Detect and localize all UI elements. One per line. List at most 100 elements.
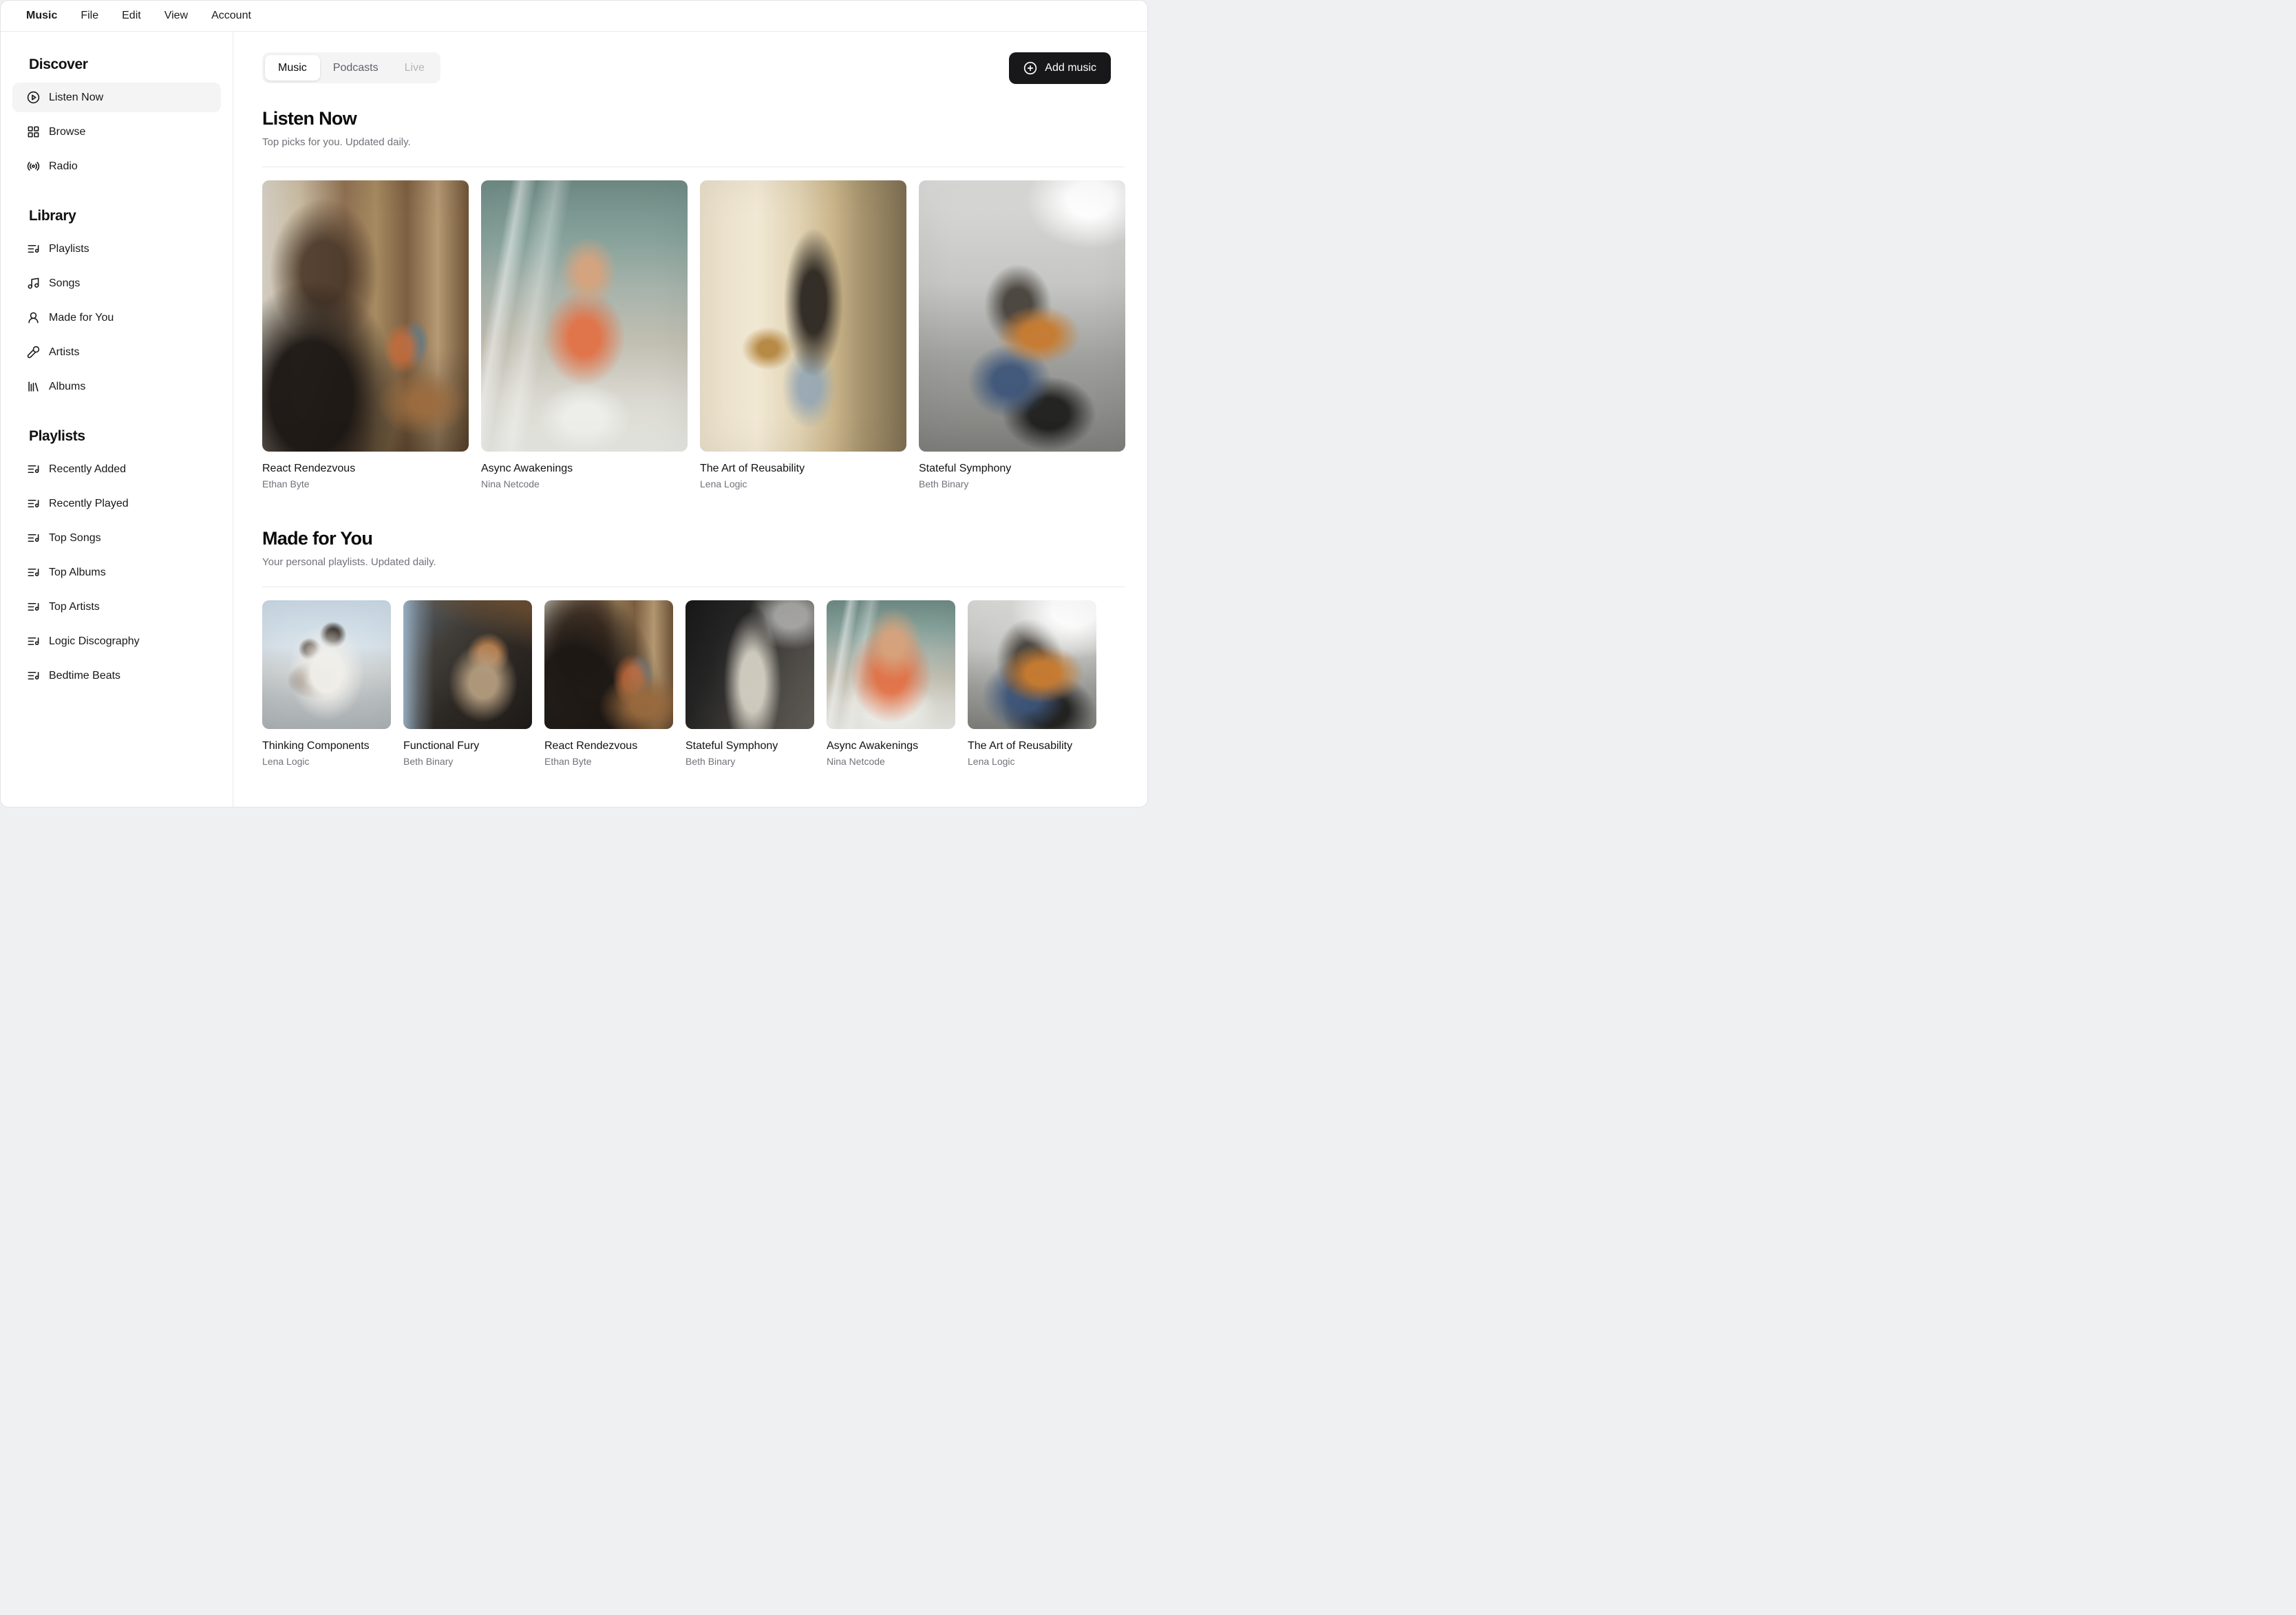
sidebar-item-albums[interactable]: Albums: [12, 372, 221, 401]
sidebar: Discover Listen Now Browse Radio Library…: [1, 32, 233, 807]
list-music-icon: [27, 600, 40, 613]
sidebar-item-top-songs[interactable]: Top Songs: [12, 523, 221, 553]
album-title: The Art of Reusability: [968, 740, 1073, 752]
add-music-label: Add music: [1045, 62, 1096, 74]
tab-music[interactable]: Music: [265, 55, 320, 81]
sidebar-section-playlists: Playlists Recently Added Recently Played: [12, 428, 221, 690]
user-icon: [27, 311, 40, 324]
album-art: [262, 180, 469, 452]
sidebar-item-made-for-you[interactable]: Made for You: [12, 303, 221, 332]
section-title: Made for You: [262, 528, 373, 549]
menu-item-file[interactable]: File: [69, 10, 110, 22]
album-card[interactable]: Thinking Components Lena Logic: [262, 600, 391, 767]
album-title: Async Awakenings: [481, 463, 573, 474]
album-card[interactable]: Async Awakenings Nina Netcode: [481, 180, 688, 489]
list-music-icon: [27, 566, 40, 579]
album-art: [685, 600, 814, 729]
sidebar-item-radio[interactable]: Radio: [12, 151, 221, 181]
sidebar-item-recently-played[interactable]: Recently Played: [12, 489, 221, 518]
album-card[interactable]: React Rendezvous Ethan Byte: [544, 600, 673, 767]
sidebar-item-label: Songs: [49, 277, 81, 289]
sidebar-item-bedtime-beats[interactable]: Bedtime Beats: [12, 661, 221, 690]
album-card[interactable]: The Art of Reusability Lena Logic: [968, 600, 1096, 767]
sidebar-item-playlists[interactable]: Playlists: [12, 234, 221, 264]
album-title: The Art of Reusability: [700, 463, 805, 474]
tab-live[interactable]: Live: [392, 55, 438, 81]
album-artist: Lena Logic: [700, 478, 747, 489]
sidebar-item-songs[interactable]: Songs: [12, 268, 221, 298]
album-title: Thinking Components: [262, 740, 370, 752]
list-music-icon: [27, 669, 40, 682]
toolbar: Music Podcasts Live Add music: [262, 52, 1125, 84]
section-made-for-you: Made for You Your personal playlists. Up…: [262, 528, 1125, 767]
menu-item-view[interactable]: View: [153, 10, 200, 22]
album-card[interactable]: Stateful Symphony Beth Binary: [685, 600, 814, 767]
menubar: Music File Edit View Account: [1, 1, 1147, 32]
section-title: Listen Now: [262, 108, 357, 129]
album-art: [403, 600, 532, 729]
album-artist: Ethan Byte: [262, 478, 310, 489]
tab-podcasts[interactable]: Podcasts: [320, 55, 392, 81]
list-music-icon: [27, 635, 40, 648]
menu-item-music[interactable]: Music: [14, 10, 69, 22]
app-window: Music File Edit View Account Discover Li…: [0, 0, 1148, 807]
sidebar-item-browse[interactable]: Browse: [12, 117, 221, 147]
sidebar-item-label: Bedtime Beats: [49, 669, 121, 682]
album-card[interactable]: The Art of Reusability Lena Logic: [700, 180, 906, 489]
sidebar-item-recently-added[interactable]: Recently Added: [12, 454, 221, 484]
tabs-list: Music Podcasts Live: [262, 52, 440, 83]
layout-grid-icon: [27, 125, 40, 138]
album-card[interactable]: React Rendezvous Ethan Byte: [262, 180, 469, 489]
music-note-icon: [27, 277, 40, 290]
sidebar-item-logic-discography[interactable]: Logic Discography: [12, 626, 221, 656]
sidebar-section-discover: Discover Listen Now Browse Radio: [12, 56, 221, 181]
album-art: [968, 600, 1096, 729]
menu-item-edit[interactable]: Edit: [110, 10, 153, 22]
play-circle-icon: [27, 91, 40, 104]
sidebar-heading-playlists: Playlists: [29, 428, 85, 444]
album-title: Stateful Symphony: [685, 740, 778, 752]
add-music-button[interactable]: Add music: [1009, 52, 1111, 84]
sidebar-item-artists[interactable]: Artists: [12, 337, 221, 367]
album-artist: Beth Binary: [403, 756, 454, 767]
sidebar-section-library: Library Playlists Songs Made for You Art…: [12, 208, 221, 401]
album-art: [919, 180, 1125, 452]
album-title: React Rendezvous: [544, 740, 638, 752]
album-art: [262, 600, 391, 729]
album-card[interactable]: Functional Fury Beth Binary: [403, 600, 532, 767]
album-artist: Nina Netcode: [827, 756, 885, 767]
library-icon: [27, 380, 40, 393]
sidebar-item-label: Playlists: [49, 242, 89, 255]
sidebar-item-label: Recently Added: [49, 463, 127, 475]
section-listen-now: Listen Now Top picks for you. Updated da…: [262, 108, 1125, 489]
album-artist: Ethan Byte: [544, 756, 592, 767]
album-art: [481, 180, 688, 452]
sidebar-item-listen-now[interactable]: Listen Now: [12, 83, 221, 112]
album-title: Functional Fury: [403, 740, 480, 752]
album-art: [827, 600, 955, 729]
album-card[interactable]: Async Awakenings Nina Netcode: [827, 600, 955, 767]
album-title: React Rendezvous: [262, 463, 356, 474]
sidebar-item-top-artists[interactable]: Top Artists: [12, 592, 221, 622]
sidebar-item-label: Albums: [49, 380, 86, 392]
sidebar-item-label: Logic Discography: [49, 635, 140, 647]
sidebar-item-label: Browse: [49, 125, 86, 138]
sidebar-item-label: Top Songs: [49, 531, 101, 544]
mic-icon: [27, 346, 40, 359]
album-art: [544, 600, 673, 729]
album-artist: Lena Logic: [968, 756, 1015, 767]
main-content: Music Podcasts Live Add music Listen Now…: [233, 32, 1147, 807]
album-row-made-for-you: Thinking Components Lena Logic Functiona…: [262, 600, 1125, 767]
sidebar-item-label: Top Artists: [49, 600, 100, 613]
sidebar-item-label: Radio: [49, 160, 78, 172]
sidebar-item-label: Listen Now: [49, 91, 104, 103]
sidebar-item-label: Top Albums: [49, 566, 106, 578]
album-title: Stateful Symphony: [919, 463, 1012, 474]
list-music-icon: [27, 242, 40, 255]
album-title: Async Awakenings: [827, 740, 919, 752]
menu-item-account[interactable]: Account: [200, 10, 263, 22]
section-subtitle: Top picks for you. Updated daily.: [262, 136, 411, 148]
album-card[interactable]: Stateful Symphony Beth Binary: [919, 180, 1125, 489]
list-music-icon: [27, 463, 40, 476]
sidebar-item-top-albums[interactable]: Top Albums: [12, 558, 221, 587]
